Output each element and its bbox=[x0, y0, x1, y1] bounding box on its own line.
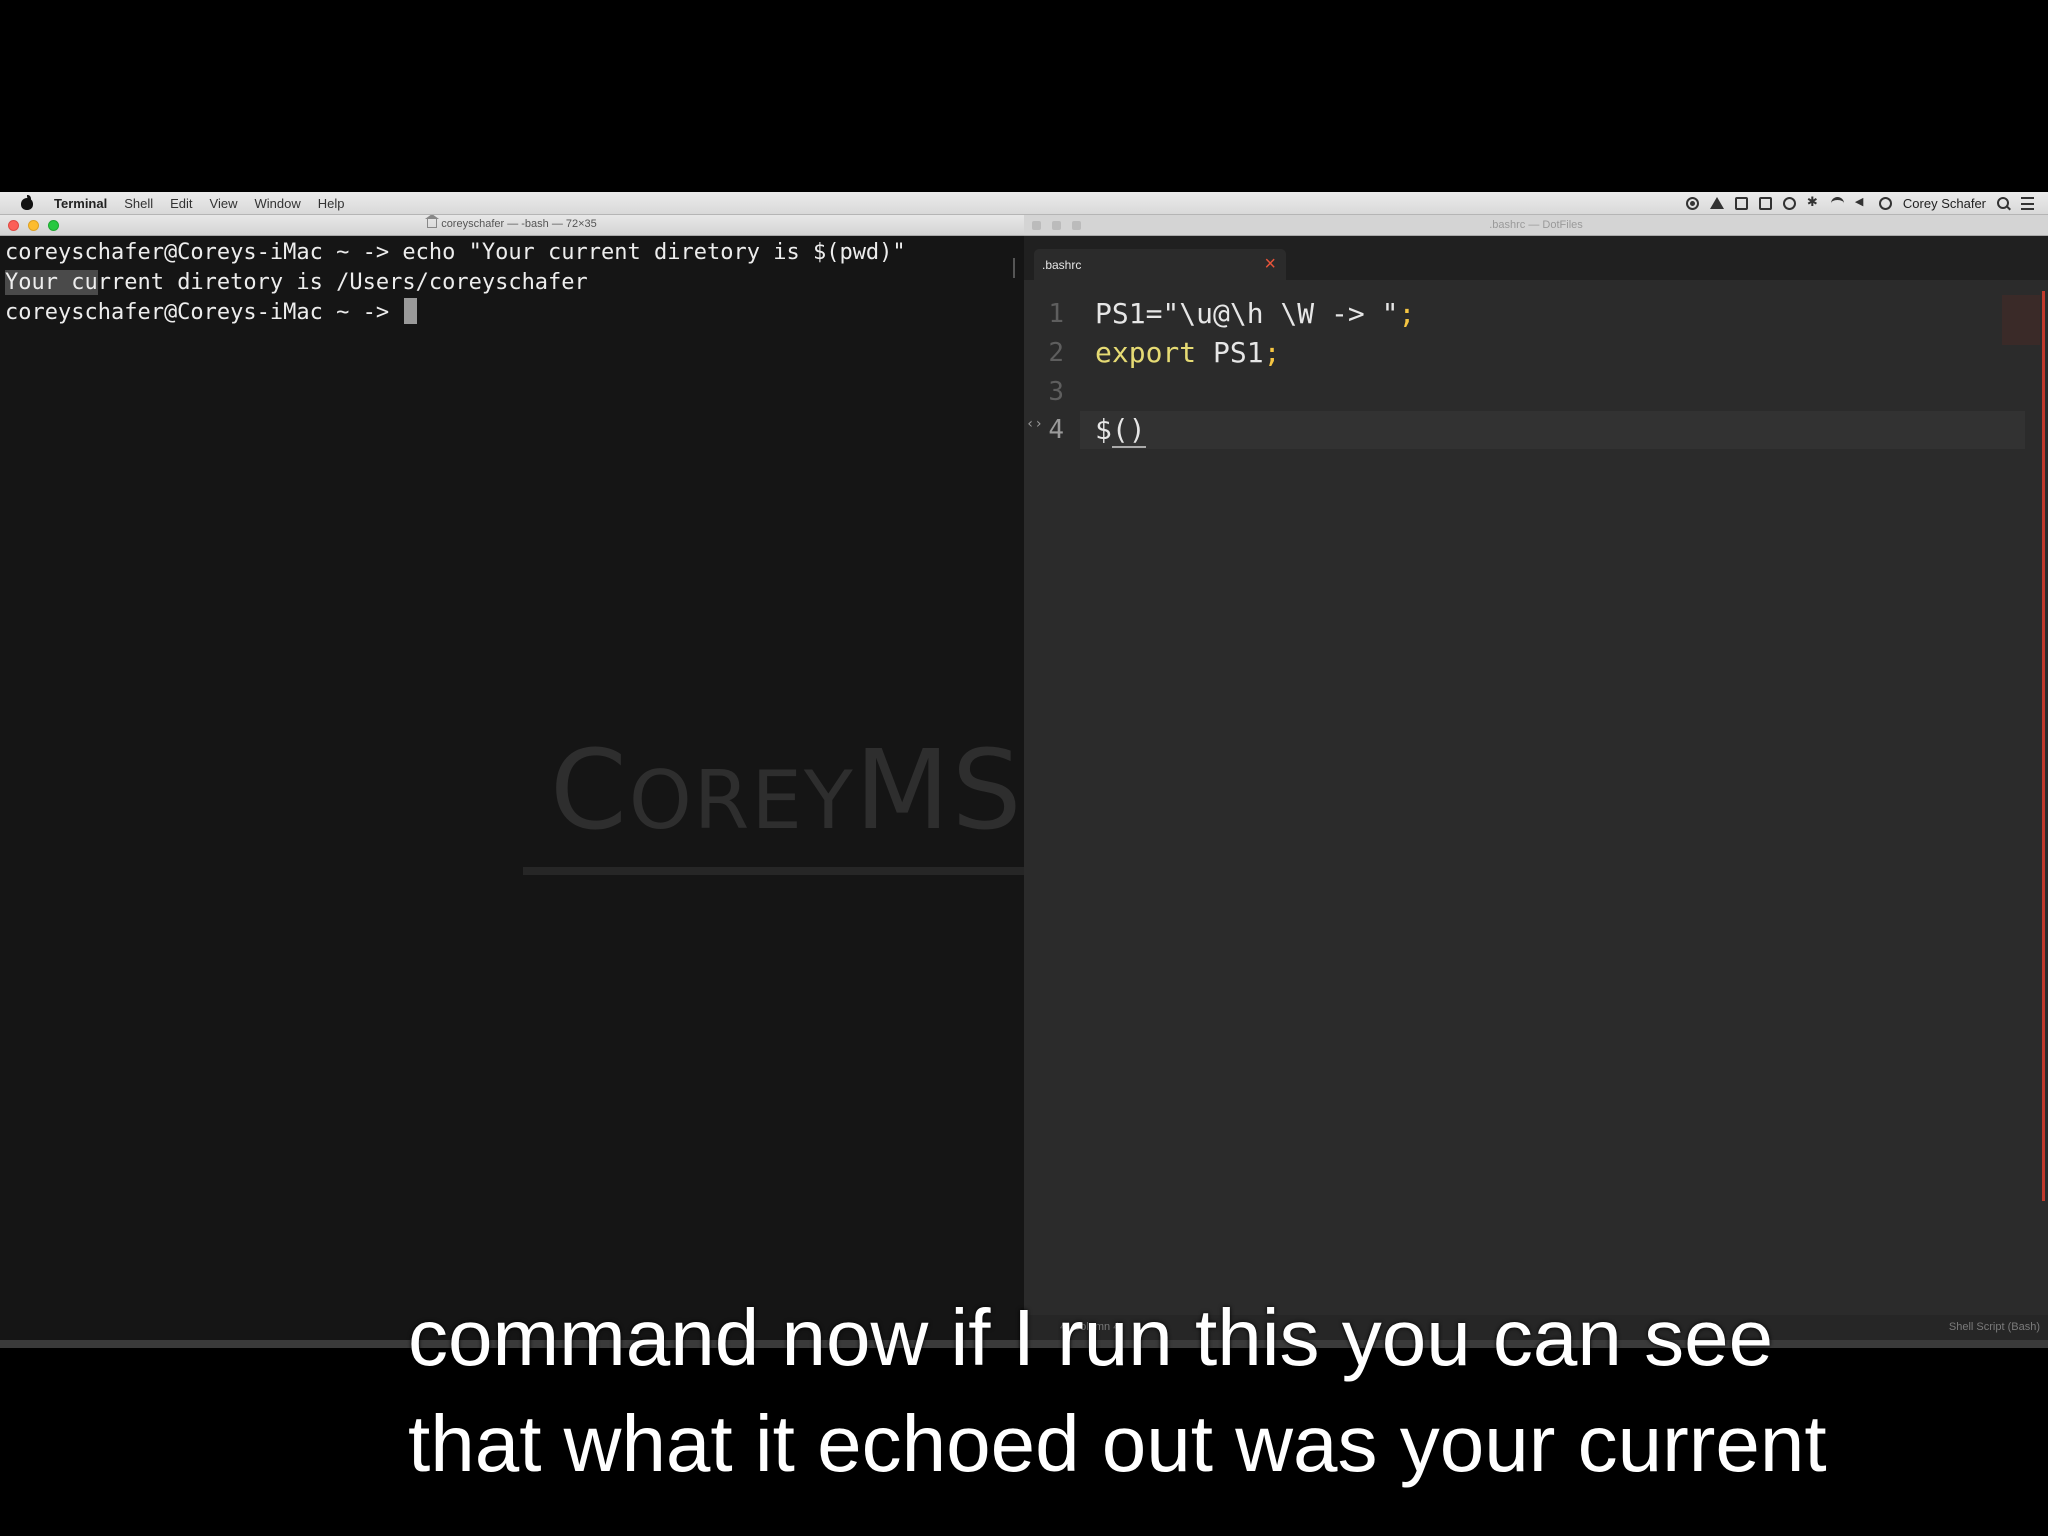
terminal-title: coreyschafer — -bash — 72×35 bbox=[0, 215, 1024, 230]
matched-parens: () bbox=[1111, 413, 1146, 448]
user-name[interactable]: Corey Schafer bbox=[1903, 196, 1986, 211]
wifi-icon[interactable] bbox=[1830, 196, 1844, 210]
terminal-titlebar[interactable]: coreyschafer — -bash — 72×35 bbox=[0, 215, 1024, 236]
syntax-selector[interactable]: Shell Script (Bash) bbox=[1949, 1321, 2040, 1333]
text-selection: Your cu bbox=[5, 270, 98, 295]
spotlight-search-icon[interactable] bbox=[1997, 196, 2010, 210]
google-drive-icon[interactable] bbox=[1709, 197, 1724, 209]
bluetooth-icon[interactable] bbox=[1807, 194, 1820, 210]
text-cursor bbox=[404, 298, 418, 324]
tab-bashrc[interactable]: .bashrc × bbox=[1034, 249, 1286, 280]
tab-label: .bashrc bbox=[1042, 258, 1082, 272]
menu-edit[interactable]: Edit bbox=[170, 196, 192, 211]
line-number: 1 bbox=[1048, 299, 1064, 329]
current-line-highlight bbox=[1080, 411, 2025, 449]
code-line-2[interactable]: export PS1; bbox=[1095, 334, 1280, 372]
time-machine-icon[interactable] bbox=[1782, 196, 1796, 210]
status-menu-area: Corey Schafer bbox=[1685, 192, 2034, 214]
menu-help[interactable]: Help bbox=[318, 196, 345, 211]
subtitle-line-1: command now if I run this you can see bbox=[408, 1293, 1774, 1382]
volume-icon[interactable] bbox=[1855, 195, 1868, 210]
home-folder-icon bbox=[425, 215, 440, 228]
line-number: 3 bbox=[1048, 377, 1064, 407]
code-line-4[interactable]: $() bbox=[1095, 411, 1146, 449]
menu-view[interactable]: View bbox=[210, 196, 238, 211]
subtitle-line-2: that what it echoed out was your current bbox=[408, 1399, 1827, 1488]
terminal-command-line: coreyschafer@Coreys-iMac ~ -> echo "Your… bbox=[5, 240, 906, 265]
terminal-prompt-line[interactable]: coreyschafer@Coreys-iMac ~ -> bbox=[5, 298, 418, 328]
watermark-underline bbox=[523, 867, 1024, 875]
dropbox-icon[interactable] bbox=[1734, 196, 1748, 210]
airplay-icon[interactable] bbox=[1758, 196, 1772, 210]
editor-title: .bashrc — DotFiles bbox=[1489, 219, 1583, 231]
screen: Terminal Shell Edit View Window Help Cor… bbox=[0, 0, 2048, 1536]
menu-shell[interactable]: Shell bbox=[124, 196, 153, 211]
menu-bar: Terminal Shell Edit View Window Help Cor… bbox=[0, 192, 2048, 215]
record-icon[interactable] bbox=[1685, 196, 1699, 210]
terminal-scrollbar[interactable] bbox=[1013, 258, 1015, 278]
minimap-viewport[interactable] bbox=[2002, 295, 2040, 345]
line-number: 2 bbox=[1048, 338, 1064, 368]
notification-center-icon[interactable] bbox=[2021, 196, 2034, 210]
vertical-ruler bbox=[2042, 291, 2045, 1201]
editor-titlebar[interactable]: .bashrc — DotFiles bbox=[1024, 215, 2048, 236]
keyword-export: export bbox=[1095, 336, 1197, 369]
apple-menu-icon[interactable] bbox=[20, 195, 34, 211]
menu-window[interactable]: Window bbox=[255, 196, 301, 211]
terminal-body[interactable]: COREYMS coreyschafer@Coreys-iMac ~ -> ec… bbox=[0, 236, 1024, 1340]
code-line-1[interactable]: PS1="\u@\h \W -> "; bbox=[1095, 295, 1415, 333]
line-number-gutter: 1 2 3 4 bbox=[1024, 291, 1080, 1340]
menu-app-terminal[interactable]: Terminal bbox=[54, 196, 107, 211]
line-number-current: 4 bbox=[1048, 415, 1064, 445]
editor-tab-bar: .bashrc × bbox=[1024, 236, 2048, 280]
terminal-window[interactable]: coreyschafer — -bash — 72×35 COREYMS cor… bbox=[0, 215, 1024, 1340]
desktop-watermark-logo: COREYMS bbox=[550, 726, 1024, 854]
terminal-output-line: Your current diretory is /Users/coreysch… bbox=[5, 270, 588, 295]
editor-window[interactable]: .bashrc — DotFiles .bashrc × 1 2 3 4 ‹› … bbox=[1024, 215, 2048, 1340]
clock-icon[interactable] bbox=[1878, 196, 1892, 210]
terminal-title-text: coreyschafer — -bash — 72×35 bbox=[441, 218, 597, 230]
bracket-match-icon: ‹› bbox=[1026, 416, 1043, 432]
close-tab-icon[interactable]: × bbox=[1264, 252, 1276, 276]
